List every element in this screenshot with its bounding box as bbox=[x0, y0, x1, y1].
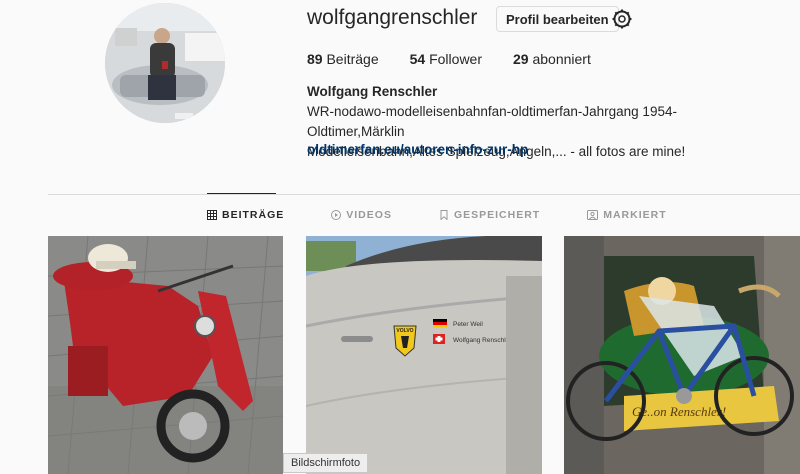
tab-saved[interactable]: GESPEICHERT bbox=[439, 209, 540, 221]
sticker-line-2: Wolfgang Renschler bbox=[453, 337, 512, 344]
bookmark-icon bbox=[440, 210, 448, 220]
edit-profile-button[interactable]: Profil bearbeiten bbox=[496, 6, 619, 32]
profile-avatar[interactable] bbox=[105, 3, 225, 123]
profile-website-link[interactable]: oldtimerfan.eu/autoren-info-zur-hp bbox=[307, 142, 528, 157]
screenshot-tooltip: Bildschirmfoto bbox=[283, 453, 369, 473]
garage-sign-text: Ge..on Renschler! bbox=[632, 404, 726, 419]
tab-posts[interactable]: BEITRÄGE bbox=[207, 209, 284, 221]
tab-posts-label: BEITRÄGE bbox=[222, 209, 285, 221]
stat-posts-count: 89 bbox=[307, 51, 323, 67]
active-tab-indicator bbox=[207, 193, 276, 194]
profile-stats: 89 Beiträge 54 Follower 29 abonniert bbox=[307, 51, 622, 67]
tag-icon bbox=[587, 210, 599, 220]
tabs-divider bbox=[48, 194, 800, 195]
scooter-image bbox=[48, 236, 283, 474]
play-icon bbox=[331, 210, 342, 220]
tab-videos-label: VIDEOS bbox=[346, 209, 392, 221]
stat-followers-count: 54 bbox=[409, 51, 426, 67]
tab-tagged[interactable]: MARKIERT bbox=[587, 209, 666, 221]
tab-videos[interactable]: VIDEOS bbox=[331, 209, 392, 221]
tab-saved-label: GESPEICHERT bbox=[453, 209, 541, 221]
stat-following[interactable]: 29 abonniert bbox=[513, 51, 591, 67]
volvo-badge-text: VOLVO bbox=[396, 328, 413, 334]
profile-tabs: BEITRÄGE VIDEOS GESPEICHERT MARKIERT bbox=[207, 209, 714, 221]
post-thumbnail-3[interactable]: Ge..on Renschler! bbox=[564, 236, 800, 474]
post-thumbnail-1[interactable] bbox=[48, 236, 283, 474]
profile-full-name: Wolfgang Renschler bbox=[307, 84, 438, 99]
bicycle-image: Ge..on Renschler! bbox=[564, 236, 800, 474]
stat-followers[interactable]: 54 Follower bbox=[410, 51, 482, 67]
stat-following-count: 29 bbox=[513, 51, 529, 67]
stat-followers-label: Follower bbox=[429, 51, 482, 67]
stat-following-label: abonniert bbox=[532, 51, 591, 67]
post-thumbnail-2[interactable]: VOLVO Peter Weil Wolfgang Renschler bbox=[306, 236, 542, 474]
gear-icon[interactable] bbox=[612, 9, 632, 29]
bio-line-1: WR-nodawo-modelleisenbahnfan-oldtimerfan… bbox=[307, 104, 677, 139]
tab-tagged-label: MARKIERT bbox=[603, 209, 667, 221]
grid-icon bbox=[207, 210, 217, 220]
stat-posts-label: Beiträge bbox=[326, 51, 379, 67]
volvo-image: VOLVO Peter Weil Wolfgang Renschler bbox=[306, 236, 542, 474]
profile-username: wolfgangrenschler bbox=[307, 6, 478, 29]
sticker-line-1: Peter Weil bbox=[453, 321, 483, 328]
stat-posts: 89 Beiträge bbox=[307, 51, 379, 67]
